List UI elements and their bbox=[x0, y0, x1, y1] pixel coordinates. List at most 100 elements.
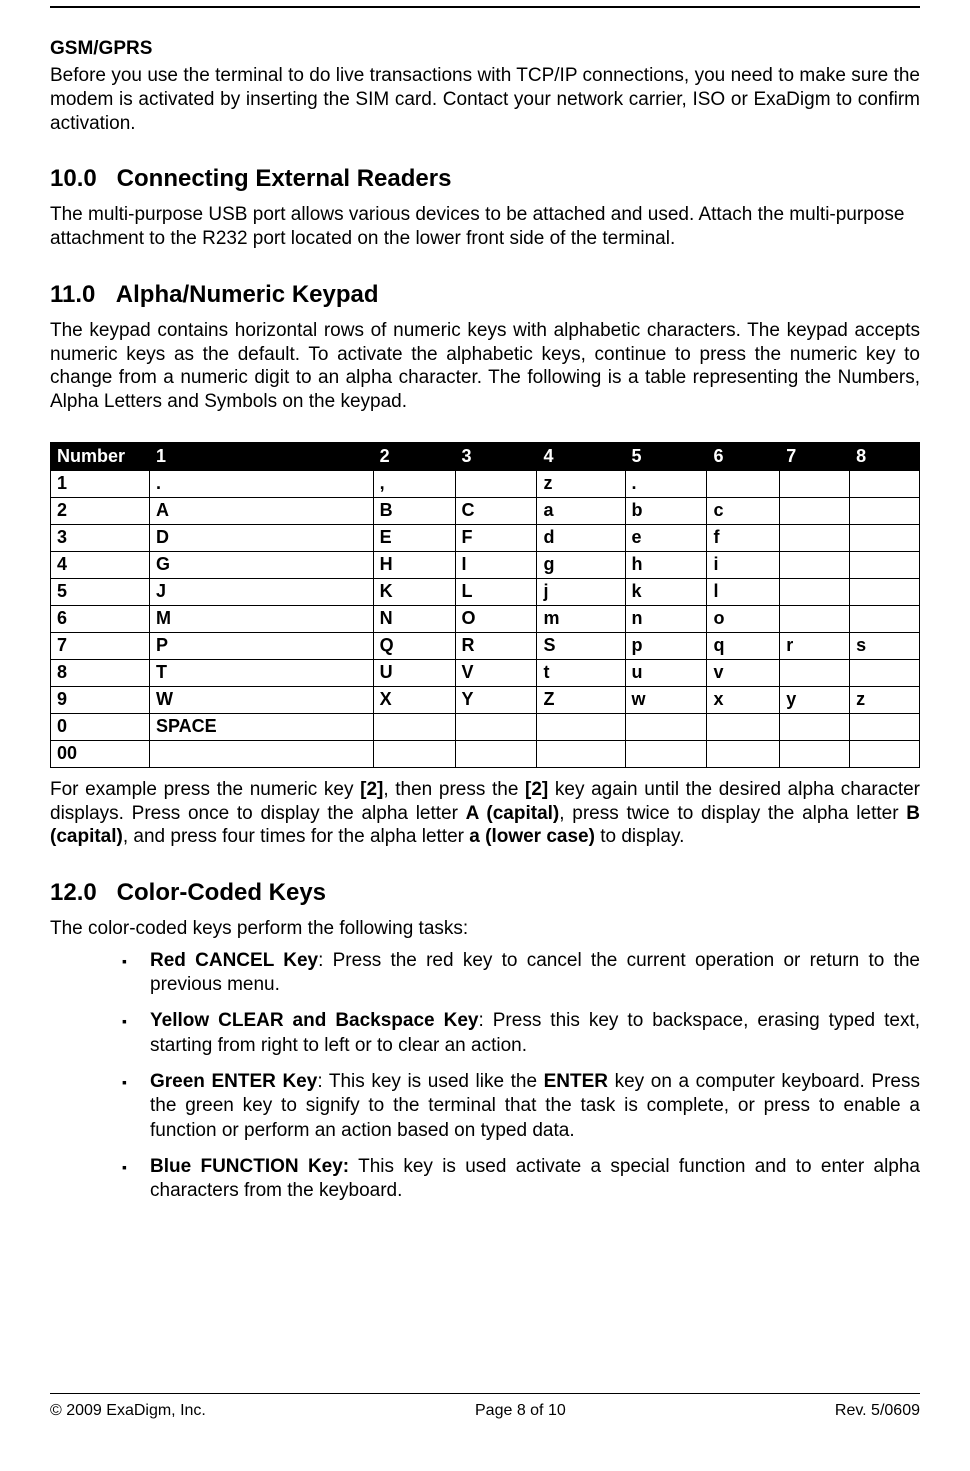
txt-bold: [2] bbox=[525, 779, 548, 800]
section-10-heading: 10.0 Connecting External Readers bbox=[50, 165, 920, 193]
gsm-heading: GSM/GPRS bbox=[50, 38, 920, 60]
section-10-body: The multi-purpose USB port allows variou… bbox=[50, 203, 920, 251]
table-cell: d bbox=[537, 524, 625, 551]
txt-bold: ENTER bbox=[544, 1071, 608, 1092]
table-cell: Y bbox=[455, 686, 537, 713]
table-cell: v bbox=[707, 659, 780, 686]
page-header: XD2500 User Guide bbox=[50, 0, 920, 8]
table-cell bbox=[455, 470, 537, 497]
table-row: 0SPACE bbox=[51, 713, 920, 740]
footer-center: Page 8 of 10 bbox=[475, 1402, 566, 1420]
table-cell: 5 bbox=[51, 578, 150, 605]
txt: to display. bbox=[595, 826, 684, 847]
section-10-number: 10.0 bbox=[50, 165, 110, 193]
txt: , and press four times for the alpha let… bbox=[123, 826, 469, 847]
table-cell bbox=[780, 497, 850, 524]
table-cell: j bbox=[537, 578, 625, 605]
key-name: Yellow CLEAR and Backspace Key bbox=[150, 1010, 478, 1031]
table-cell bbox=[780, 740, 850, 767]
section-12-intro: The color-coded keys perform the followi… bbox=[50, 917, 920, 941]
table-cell: O bbox=[455, 605, 537, 632]
table-row: 2ABCabc bbox=[51, 497, 920, 524]
table-cell: z bbox=[850, 686, 920, 713]
table-cell bbox=[373, 740, 455, 767]
page-footer: © 2009 ExaDigm, Inc. Page 8 of 10 Rev. 5… bbox=[50, 1393, 920, 1420]
table-cell: K bbox=[373, 578, 455, 605]
section-12-title: Color-Coded Keys bbox=[117, 879, 326, 906]
table-cell: 0 bbox=[51, 713, 150, 740]
key-name: Red CANCEL Key bbox=[150, 950, 318, 971]
table-cell: w bbox=[625, 686, 707, 713]
th: 5 bbox=[625, 442, 707, 470]
txt: This key is used like the bbox=[329, 1071, 544, 1092]
table-cell bbox=[850, 497, 920, 524]
footer-left: © 2009 ExaDigm, Inc. bbox=[50, 1402, 206, 1420]
table-cell bbox=[455, 713, 537, 740]
table-cell: e bbox=[625, 524, 707, 551]
table-cell: 3 bbox=[51, 524, 150, 551]
th: 7 bbox=[780, 442, 850, 470]
table-cell bbox=[850, 605, 920, 632]
table-cell bbox=[780, 524, 850, 551]
table-cell bbox=[850, 524, 920, 551]
table-cell: G bbox=[150, 551, 374, 578]
table-cell bbox=[780, 659, 850, 686]
txt-bold: [2] bbox=[360, 779, 383, 800]
section-12-heading: 12.0 Color-Coded Keys bbox=[50, 879, 920, 907]
table-cell bbox=[373, 713, 455, 740]
table-cell bbox=[625, 740, 707, 767]
table-row: 5JKLjkl bbox=[51, 578, 920, 605]
table-cell: c bbox=[707, 497, 780, 524]
table-cell: SPACE bbox=[150, 713, 374, 740]
table-cell bbox=[150, 740, 374, 767]
keypad-table: Number 1 2 3 4 5 6 7 8 1.,z.2ABCabc3DEFd… bbox=[50, 442, 920, 768]
table-cell: m bbox=[537, 605, 625, 632]
table-cell: y bbox=[780, 686, 850, 713]
table-cell: t bbox=[537, 659, 625, 686]
table-cell: r bbox=[780, 632, 850, 659]
section-11-body: The keypad contains horizontal rows of n… bbox=[50, 319, 920, 414]
table-cell: Z bbox=[537, 686, 625, 713]
table-cell bbox=[707, 740, 780, 767]
table-cell: , bbox=[373, 470, 455, 497]
section-11-number: 11.0 bbox=[50, 281, 110, 309]
table-cell bbox=[707, 470, 780, 497]
table-header-row: Number 1 2 3 4 5 6 7 8 bbox=[51, 442, 920, 470]
table-cell: N bbox=[373, 605, 455, 632]
table-cell bbox=[780, 551, 850, 578]
gsm-body: Before you use the terminal to do live t… bbox=[50, 64, 920, 135]
table-cell: C bbox=[455, 497, 537, 524]
table-cell bbox=[455, 740, 537, 767]
txt: : bbox=[478, 1010, 492, 1031]
txt: , press twice to display the alpha lette… bbox=[559, 803, 906, 824]
table-row: 7PQRSpqrs bbox=[51, 632, 920, 659]
table-cell: X bbox=[373, 686, 455, 713]
section-11-heading: 11.0 Alpha/Numeric Keypad bbox=[50, 281, 920, 309]
txt: : bbox=[318, 950, 333, 971]
table-cell: D bbox=[150, 524, 374, 551]
table-cell: V bbox=[455, 659, 537, 686]
table-cell: B bbox=[373, 497, 455, 524]
table-cell: T bbox=[150, 659, 374, 686]
doc-title: XD2500 User Guide bbox=[50, 0, 920, 3]
table-cell: I bbox=[455, 551, 537, 578]
table-cell: b bbox=[625, 497, 707, 524]
th: 2 bbox=[373, 442, 455, 470]
table-cell bbox=[707, 713, 780, 740]
table-cell: U bbox=[373, 659, 455, 686]
table-cell: 1 bbox=[51, 470, 150, 497]
table-cell bbox=[780, 605, 850, 632]
table-row: 4GHIghi bbox=[51, 551, 920, 578]
table-cell: o bbox=[707, 605, 780, 632]
table-cell: 00 bbox=[51, 740, 150, 767]
table-cell: 6 bbox=[51, 605, 150, 632]
table-cell: W bbox=[150, 686, 374, 713]
table-cell: n bbox=[625, 605, 707, 632]
th: 1 bbox=[150, 442, 374, 470]
list-item: Red CANCEL Key: Press the red key to can… bbox=[122, 949, 920, 998]
table-cell bbox=[780, 578, 850, 605]
table-cell: E bbox=[373, 524, 455, 551]
table-row: 8TUVtuv bbox=[51, 659, 920, 686]
txt: , then press the bbox=[383, 779, 525, 800]
table-cell: k bbox=[625, 578, 707, 605]
